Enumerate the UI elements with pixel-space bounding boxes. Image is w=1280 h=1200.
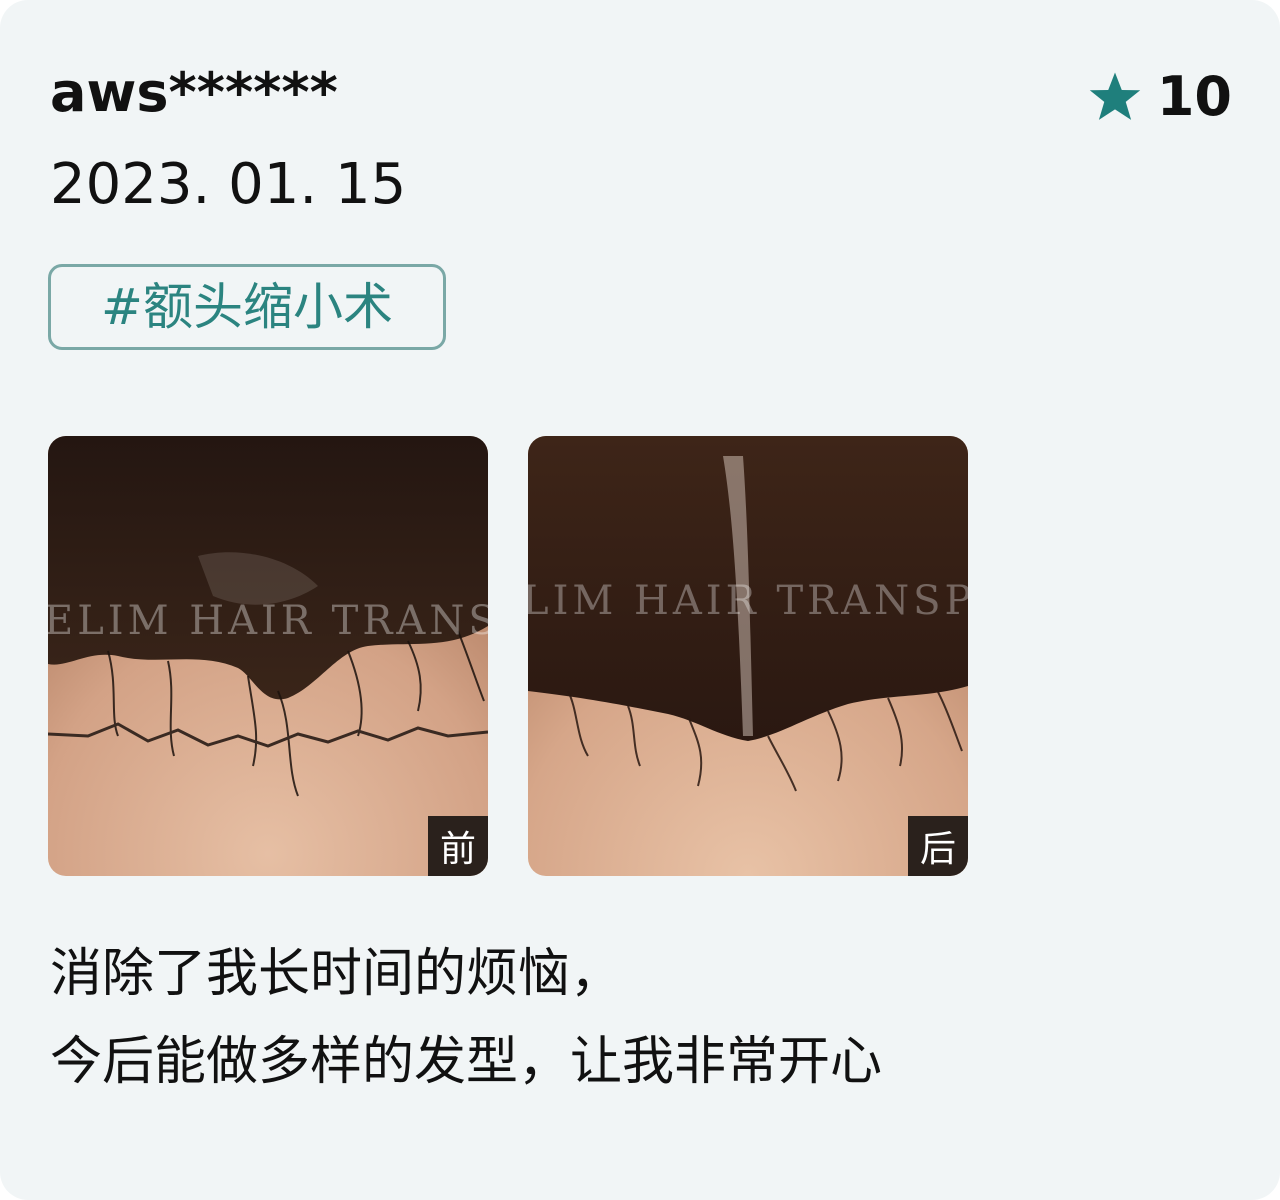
after-label: 后: [908, 816, 968, 876]
star-icon: [1089, 72, 1141, 120]
reviewer-username: aws******: [50, 61, 338, 124]
rating: 10: [1087, 62, 1232, 132]
before-photo-image: ELIM HAIR TRANSPL: [48, 436, 488, 876]
review-text-line: 今后能做多样的发型，让我非常开心: [50, 1032, 883, 1092]
before-watermark: ELIM HAIR TRANSPL: [48, 598, 488, 644]
review-card: aws****** 10 2023. 01. 15 #额头缩小术 ELIM HA…: [0, 0, 1280, 1200]
rating-score: 10: [1156, 65, 1232, 128]
before-photo[interactable]: ELIM HAIR TRANSPL 前: [48, 436, 488, 876]
review-text-line: 消除了我长时间的烦恼，: [50, 944, 623, 1004]
review-text: 消除了我长时间的烦恼， 今后能做多样的发型，让我非常开心: [50, 930, 882, 1106]
after-photo-image: LIM HAIR TRANSPL: [528, 436, 968, 876]
review-date: 2023. 01. 15: [50, 152, 407, 217]
after-photo[interactable]: LIM HAIR TRANSPL 后: [528, 436, 968, 876]
after-watermark: LIM HAIR TRANSPL: [528, 578, 968, 624]
procedure-tag[interactable]: #额头缩小术: [48, 264, 446, 350]
before-label: 前: [428, 816, 488, 876]
